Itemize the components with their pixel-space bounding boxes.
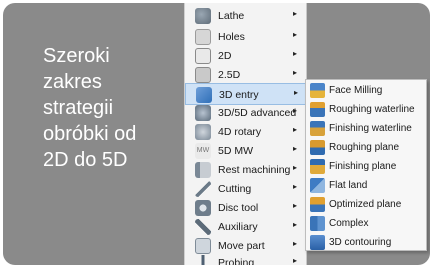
menu-item-label: Disc tool (218, 202, 259, 214)
submenu-item-finishing-waterline[interactable]: Finishing waterline (306, 119, 426, 138)
submenu-arrow-icon: ▸ (293, 182, 298, 191)
operations-menu: Lathe ▸ Holes ▸ 2D ▸ 2.5D ▸ 3D entry ▸ 3… (184, 3, 307, 265)
disc-tool-icon (195, 200, 211, 216)
submenu-item-label: Face Milling (329, 85, 383, 96)
menu-item-probing[interactable]: Probing ▸ (185, 252, 306, 265)
4d-rotary-icon (195, 124, 211, 140)
menu-item-label: 4D rotary (218, 126, 262, 138)
submenu-arrow-icon: ▸ (293, 125, 298, 134)
submenu-item-label: Complex (329, 218, 369, 229)
submenu-item-complex[interactable]: Complex (306, 214, 426, 233)
caption-line: 2D do 5D (43, 149, 128, 171)
submenu-arrow-icon: ▸ (293, 163, 298, 172)
submenu-arrow-icon: ▸ (293, 256, 298, 265)
submenu-arrow-icon: ▸ (293, 201, 298, 210)
submenu-item-label: Roughing plane (329, 142, 400, 153)
submenu-arrow-icon: ▸ (293, 49, 298, 58)
menu-item-label: 3D/5D advanced (218, 107, 297, 119)
menu-item-label: 3D entry (219, 89, 259, 101)
submenu-arrow-icon: ▸ (293, 9, 298, 18)
probing-icon (195, 255, 211, 265)
caption-line: obróbki od (43, 123, 137, 145)
submenu-item-label: Finishing waterline (329, 123, 412, 134)
3d-5d-advanced-icon (195, 105, 211, 121)
menu-item-label: Move part (218, 240, 265, 252)
menu-item-label: Auxiliary (218, 221, 258, 233)
2d-icon (195, 48, 211, 64)
complex-icon (310, 216, 325, 231)
optimized-plane-icon (310, 197, 325, 212)
menu-item-label: 5D MW (218, 145, 253, 157)
submenu-arrow-icon: ▸ (294, 88, 299, 97)
submenu-item-label: 3D contouring (329, 237, 392, 248)
menu-item-label: Probing (218, 257, 255, 265)
submenu-item-roughing-plane[interactable]: Roughing plane (306, 138, 426, 157)
finishing-plane-icon (310, 159, 325, 174)
submenu-arrow-icon: ▸ (293, 220, 298, 229)
submenu-item-3d-contouring[interactable]: 3D contouring (306, 233, 426, 252)
submenu-item-label: Finishing plane (329, 161, 397, 172)
auxiliary-icon (195, 219, 211, 235)
5d-mw-icon: MW (195, 143, 211, 159)
submenu-item-finishing-plane[interactable]: Finishing plane (306, 157, 426, 176)
rest-machining-icon (195, 162, 211, 178)
menu-item-label: 2D (218, 50, 232, 62)
submenu-arrow-icon: ▸ (293, 68, 298, 77)
roughing-waterline-icon (310, 102, 325, 117)
face-milling-icon (310, 83, 325, 98)
holes-icon (195, 29, 211, 45)
menu-item-lathe[interactable]: Lathe ▸ (185, 5, 306, 27)
menu-item-label: 2.5D (218, 69, 241, 81)
roughing-plane-icon (310, 140, 325, 155)
submenu-arrow-icon: ▸ (293, 106, 298, 115)
lathe-icon (195, 8, 211, 24)
menu-item-label: Lathe (218, 10, 245, 22)
submenu-item-roughing-waterline[interactable]: Roughing waterline (306, 100, 426, 119)
flat-land-icon (310, 178, 325, 193)
caption-text: Szeroki zakres strategii obróbki od 2D d… (43, 43, 183, 173)
submenu-arrow-icon: ▸ (293, 239, 298, 248)
submenu-item-optimized-plane[interactable]: Optimized plane (306, 195, 426, 214)
finishing-waterline-icon (310, 121, 325, 136)
screenshot-panel: Szeroki zakres strategii obróbki od 2D d… (3, 3, 430, 265)
caption-line: strategii (43, 97, 114, 119)
2-5d-icon (195, 67, 211, 83)
3d-entry-icon (196, 87, 212, 103)
submenu-item-label: Optimized plane (329, 199, 402, 210)
menu-item-label: Cutting (218, 183, 252, 195)
3d-entry-submenu: Face Milling Roughing waterline Finishin… (305, 79, 427, 251)
submenu-arrow-icon: ▸ (293, 30, 298, 39)
submenu-arrow-icon: ▸ (293, 144, 298, 153)
submenu-item-face-milling[interactable]: Face Milling (306, 81, 426, 100)
menu-item-label: Rest machining (218, 164, 291, 176)
cutting-icon (195, 181, 211, 197)
submenu-item-label: Roughing waterline (329, 104, 415, 115)
caption-line: zakres (43, 71, 102, 93)
caption-line: Szeroki (43, 45, 110, 67)
menu-item-label: Holes (218, 31, 245, 43)
submenu-item-flat-land[interactable]: Flat land (306, 176, 426, 195)
submenu-item-label: Flat land (329, 180, 368, 191)
3d-contouring-icon (310, 235, 325, 250)
